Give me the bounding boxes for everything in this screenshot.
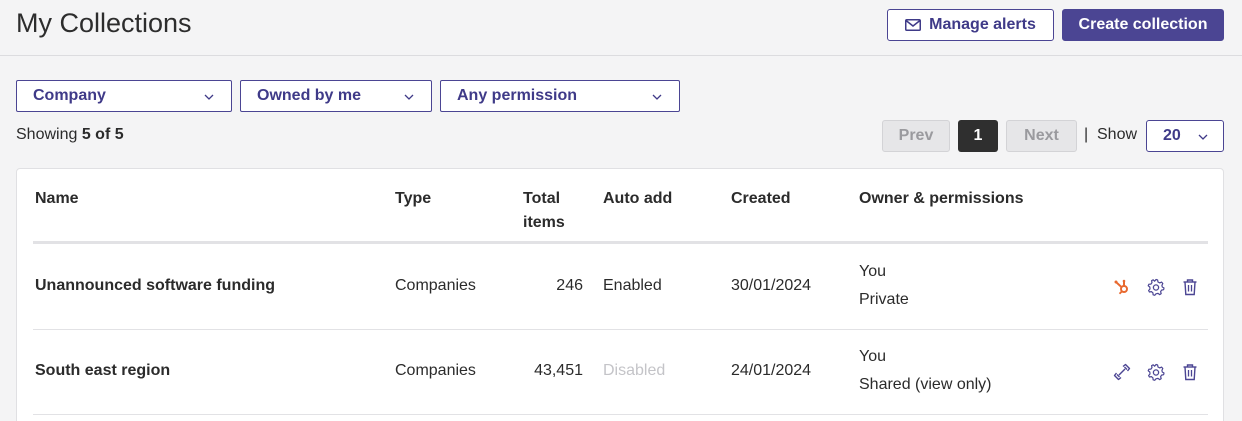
- column-header-total-line2: items: [523, 214, 565, 231]
- trash-icon[interactable]: [1180, 362, 1200, 382]
- chevron-down-icon: [652, 94, 662, 100]
- column-header-type[interactable]: Type: [395, 187, 431, 211]
- collection-permission: Private: [859, 291, 909, 308]
- permission-filter-value: Any permission: [457, 87, 578, 104]
- collection-created-date: 30/01/2024: [731, 277, 812, 294]
- page-title: My Collections: [16, 8, 192, 38]
- company-filter-select[interactable]: Company: [16, 80, 232, 112]
- collection-permission: Shared (view only): [859, 376, 992, 393]
- column-header-auto-add[interactable]: Auto add: [603, 187, 672, 211]
- results-summary-prefix: Showing: [16, 126, 82, 143]
- manage-alerts-label: Manage alerts: [929, 16, 1036, 33]
- collection-created-date: 24/01/2024: [731, 362, 812, 379]
- page-size-value: 20: [1163, 127, 1181, 144]
- column-header-created[interactable]: Created: [731, 187, 791, 211]
- next-page-button[interactable]: Next: [1006, 120, 1077, 152]
- table-row[interactable]: Unannounced software funding Companies 2…: [33, 244, 1208, 330]
- prev-page-button[interactable]: Prev: [882, 120, 950, 152]
- results-count: 5 of 5: [81, 126, 124, 143]
- page-header: My Collections Manage alerts Create coll…: [0, 0, 1242, 56]
- collection-total-items: 43,451: [534, 362, 583, 379]
- collection-owner: You: [859, 348, 886, 365]
- collection-auto-add: Disabled: [603, 362, 666, 379]
- hubspot-icon[interactable]: [1112, 277, 1132, 297]
- table-row[interactable]: South east region Companies 43,451 Disab…: [33, 329, 1208, 415]
- envelope-icon: [905, 19, 922, 31]
- pagination-divider: |: [1084, 126, 1089, 143]
- settings-gear-icon[interactable]: [1146, 277, 1166, 297]
- chevron-down-icon: [404, 94, 414, 100]
- page-size-select[interactable]: 20: [1146, 120, 1224, 152]
- link-icon[interactable]: [1112, 362, 1132, 382]
- settings-gear-icon[interactable]: [1146, 362, 1166, 382]
- column-header-owner-permissions[interactable]: Owner & permissions: [859, 187, 1024, 211]
- chevron-down-icon: [1198, 134, 1208, 140]
- collections-table: Name Type Total items Auto add Created Ow…: [16, 168, 1224, 421]
- owner-filter-select[interactable]: Owned by me: [240, 80, 432, 112]
- trash-icon[interactable]: [1180, 277, 1200, 297]
- collection-name-link[interactable]: South east region: [35, 357, 170, 385]
- collection-owner: You: [859, 263, 886, 280]
- column-header-total-items[interactable]: Total items: [523, 187, 565, 235]
- collection-name-link[interactable]: Unannounced software funding: [35, 272, 275, 300]
- column-header-total-line1: Total: [523, 190, 561, 207]
- permission-filter-select[interactable]: Any permission: [440, 80, 680, 112]
- column-header-name[interactable]: Name: [35, 187, 79, 211]
- collection-total-items: 246: [556, 277, 583, 294]
- company-filter-value: Company: [33, 87, 106, 104]
- collection-type: Companies: [395, 362, 476, 379]
- results-summary: Showing 5 of 5: [16, 126, 124, 144]
- collection-auto-add: Enabled: [603, 277, 662, 294]
- owner-filter-value: Owned by me: [257, 87, 362, 104]
- page-size-label: Show: [1097, 126, 1138, 143]
- create-collection-button[interactable]: Create collection: [1062, 9, 1224, 41]
- manage-alerts-button[interactable]: Manage alerts: [887, 9, 1054, 41]
- collection-type: Companies: [395, 277, 476, 294]
- chevron-down-icon: [204, 94, 214, 100]
- page-1-button[interactable]: 1: [958, 120, 998, 152]
